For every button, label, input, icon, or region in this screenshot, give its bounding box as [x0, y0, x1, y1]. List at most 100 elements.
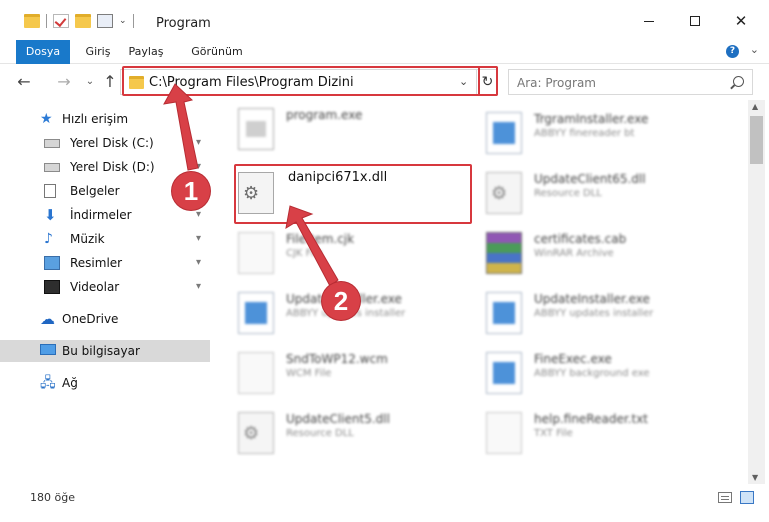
close-icon: ✕ — [734, 12, 748, 30]
sidebar-item-quick-access[interactable]: ★ Hızlı erişim — [0, 108, 210, 130]
pin-icon[interactable]: ▾ — [196, 137, 201, 148]
list-item[interactable]: TrgramInstaller.exe ABBYY finereader bt — [486, 104, 726, 160]
sidebar-item-downloads[interactable]: ⬇ İndirmeler ▾ — [0, 204, 210, 226]
sidebar-item-label: Müzik — [70, 232, 105, 246]
file-type: Resource DLL — [534, 188, 602, 199]
scroll-up-arrow-icon[interactable]: ▲ — [752, 102, 758, 111]
item-count: 180 öğe — [30, 491, 75, 504]
sidebar-item-network[interactable]: 🖧 Ağ — [0, 372, 210, 394]
forward-button[interactable]: → — [54, 72, 74, 91]
sidebar-item-label: İndirmeler — [70, 208, 132, 222]
address-dropdown-chevron-icon[interactable]: ⌄ — [459, 75, 468, 88]
pin-icon[interactable]: ▾ — [196, 257, 201, 268]
large-icons-view-icon[interactable] — [740, 491, 754, 504]
list-item[interactable]: UpdateInstaller.exe ABBYY updates instal… — [486, 284, 726, 340]
installer-icon — [486, 292, 522, 334]
help-icon[interactable]: ? — [726, 45, 739, 58]
list-item[interactable]: certificates.cab WinRAR Archive — [486, 224, 726, 280]
new-folder-icon[interactable] — [75, 14, 91, 28]
list-item[interactable]: help.fineReader.txt TXT File — [486, 404, 726, 460]
list-item[interactable]: FileItem.cjk CJK File — [238, 224, 478, 280]
maximize-icon — [690, 16, 700, 26]
installer-icon — [238, 292, 274, 334]
list-item[interactable]: UpdateClient65.dll Resource DLL — [486, 164, 726, 220]
file-name: FileItem.cjk — [286, 232, 355, 246]
expand-ribbon-chevron-icon[interactable]: ⌄ — [750, 43, 759, 56]
file-type: TXT File — [534, 428, 573, 439]
sidebar-item-label: Videolar — [70, 280, 120, 294]
tab-share[interactable]: Paylaş — [120, 40, 172, 64]
pin-icon[interactable]: ▾ — [196, 233, 201, 244]
application-file-icon — [238, 108, 274, 150]
document-icon — [44, 184, 56, 198]
close-button[interactable]: ✕ — [718, 6, 764, 36]
list-item[interactable]: SndToWP12.wcm WCM File — [238, 344, 478, 400]
up-button[interactable]: ↑ — [100, 72, 120, 91]
list-item[interactable]: UpdateClient5.dll Resource DLL — [238, 404, 478, 460]
navigation-bar: ← → ⌄ ↑ C:\Program Files\Program Dizini … — [0, 64, 769, 100]
sidebar-item-videos[interactable]: Videolar ▾ — [0, 276, 210, 298]
computer-icon — [40, 344, 56, 355]
file-type: Resource DLL — [286, 428, 354, 439]
refresh-button[interactable]: ↻ — [476, 70, 498, 94]
sidebar-item-local-disk-d[interactable]: Yerel Disk (D:) ▾ — [0, 156, 210, 178]
customize-toolbar-chevron-icon[interactable]: ⌄ — [119, 16, 127, 26]
sidebar-item-onedrive[interactable]: ☁ OneDrive — [0, 308, 210, 330]
view-properties-icon[interactable] — [97, 14, 113, 28]
minimize-button[interactable] — [626, 6, 672, 36]
list-item[interactable]: program.exe — [238, 100, 478, 156]
sidebar-item-label: Hızlı erişim — [62, 112, 129, 126]
network-icon: 🖧 — [40, 375, 56, 391]
scrollbar-thumb[interactable] — [750, 116, 763, 164]
dll-gear-file-icon — [486, 172, 522, 214]
sidebar-item-label: Belgeler — [70, 184, 120, 198]
hard-disk-icon — [44, 163, 60, 172]
sidebar-item-pictures[interactable]: Resimler ▾ — [0, 252, 210, 274]
search-placeholder: Ara: Program — [517, 76, 596, 90]
address-path[interactable]: C:\Program Files\Program Dizini — [149, 75, 354, 90]
tab-file[interactable]: Dosya — [16, 40, 70, 64]
title-bar: ⌄ Program ✕ — [0, 0, 769, 40]
step-marker-1: 1 — [172, 172, 210, 210]
sidebar-item-music[interactable]: ♪ Müzik ▾ — [0, 228, 210, 250]
installer-icon — [486, 112, 522, 154]
details-view-icon[interactable] — [718, 492, 732, 503]
file-type: CJK File — [286, 248, 323, 259]
sidebar-item-this-pc[interactable]: Bu bilgisayar — [0, 340, 210, 362]
navigation-pane: ★ Hızlı erişim Yerel Disk (C:) ▾ Yerel D… — [0, 100, 210, 484]
recent-locations-chevron-icon[interactable]: ⌄ — [80, 76, 100, 87]
vertical-scrollbar[interactable]: ▲ ▼ — [748, 100, 765, 484]
window-title: Program — [156, 16, 211, 31]
search-input[interactable]: Ara: Program — [508, 69, 753, 95]
pin-icon[interactable]: ▾ — [196, 281, 201, 292]
search-icon[interactable] — [733, 76, 744, 87]
target-dll-file[interactable]: danipci671x.dll — [238, 164, 478, 220]
file-name: UpdateInstaller.exe — [534, 292, 650, 306]
sidebar-item-label: Yerel Disk (C:) — [70, 136, 154, 150]
pin-icon[interactable]: ▾ — [196, 161, 201, 172]
dll-gear-file-icon — [238, 172, 274, 214]
tab-view[interactable]: Görünüm — [186, 40, 248, 64]
sidebar-item-label: Resimler — [70, 256, 123, 270]
tab-home[interactable]: Giriş — [80, 40, 116, 64]
text-file-icon — [486, 412, 522, 454]
minimize-icon — [644, 20, 654, 22]
star-icon: ★ — [40, 111, 53, 127]
address-bar[interactable]: C:\Program Files\Program Dizini ⌄ ↻ — [120, 69, 498, 95]
back-button[interactable]: ← — [14, 72, 34, 91]
music-note-icon: ♪ — [44, 231, 53, 247]
toolbar-separator — [132, 14, 134, 28]
file-name: UpdateClient65.dll — [534, 172, 646, 186]
scroll-down-arrow-icon[interactable]: ▼ — [752, 473, 758, 482]
sidebar-item-label: Ağ — [62, 376, 78, 390]
sidebar-item-local-disk-c[interactable]: Yerel Disk (C:) ▾ — [0, 132, 210, 154]
properties-check-icon[interactable] — [53, 14, 69, 28]
list-item[interactable]: FineExec.exe ABBYY background exe — [486, 344, 726, 400]
folder-icon[interactable] — [24, 14, 40, 28]
cloud-icon: ☁ — [40, 310, 55, 328]
maximize-button[interactable] — [672, 6, 718, 36]
toolbar-separator — [46, 14, 47, 28]
pin-icon[interactable]: ▾ — [196, 209, 201, 220]
pictures-icon — [44, 256, 60, 270]
file-name: danipci671x.dll — [288, 170, 388, 185]
